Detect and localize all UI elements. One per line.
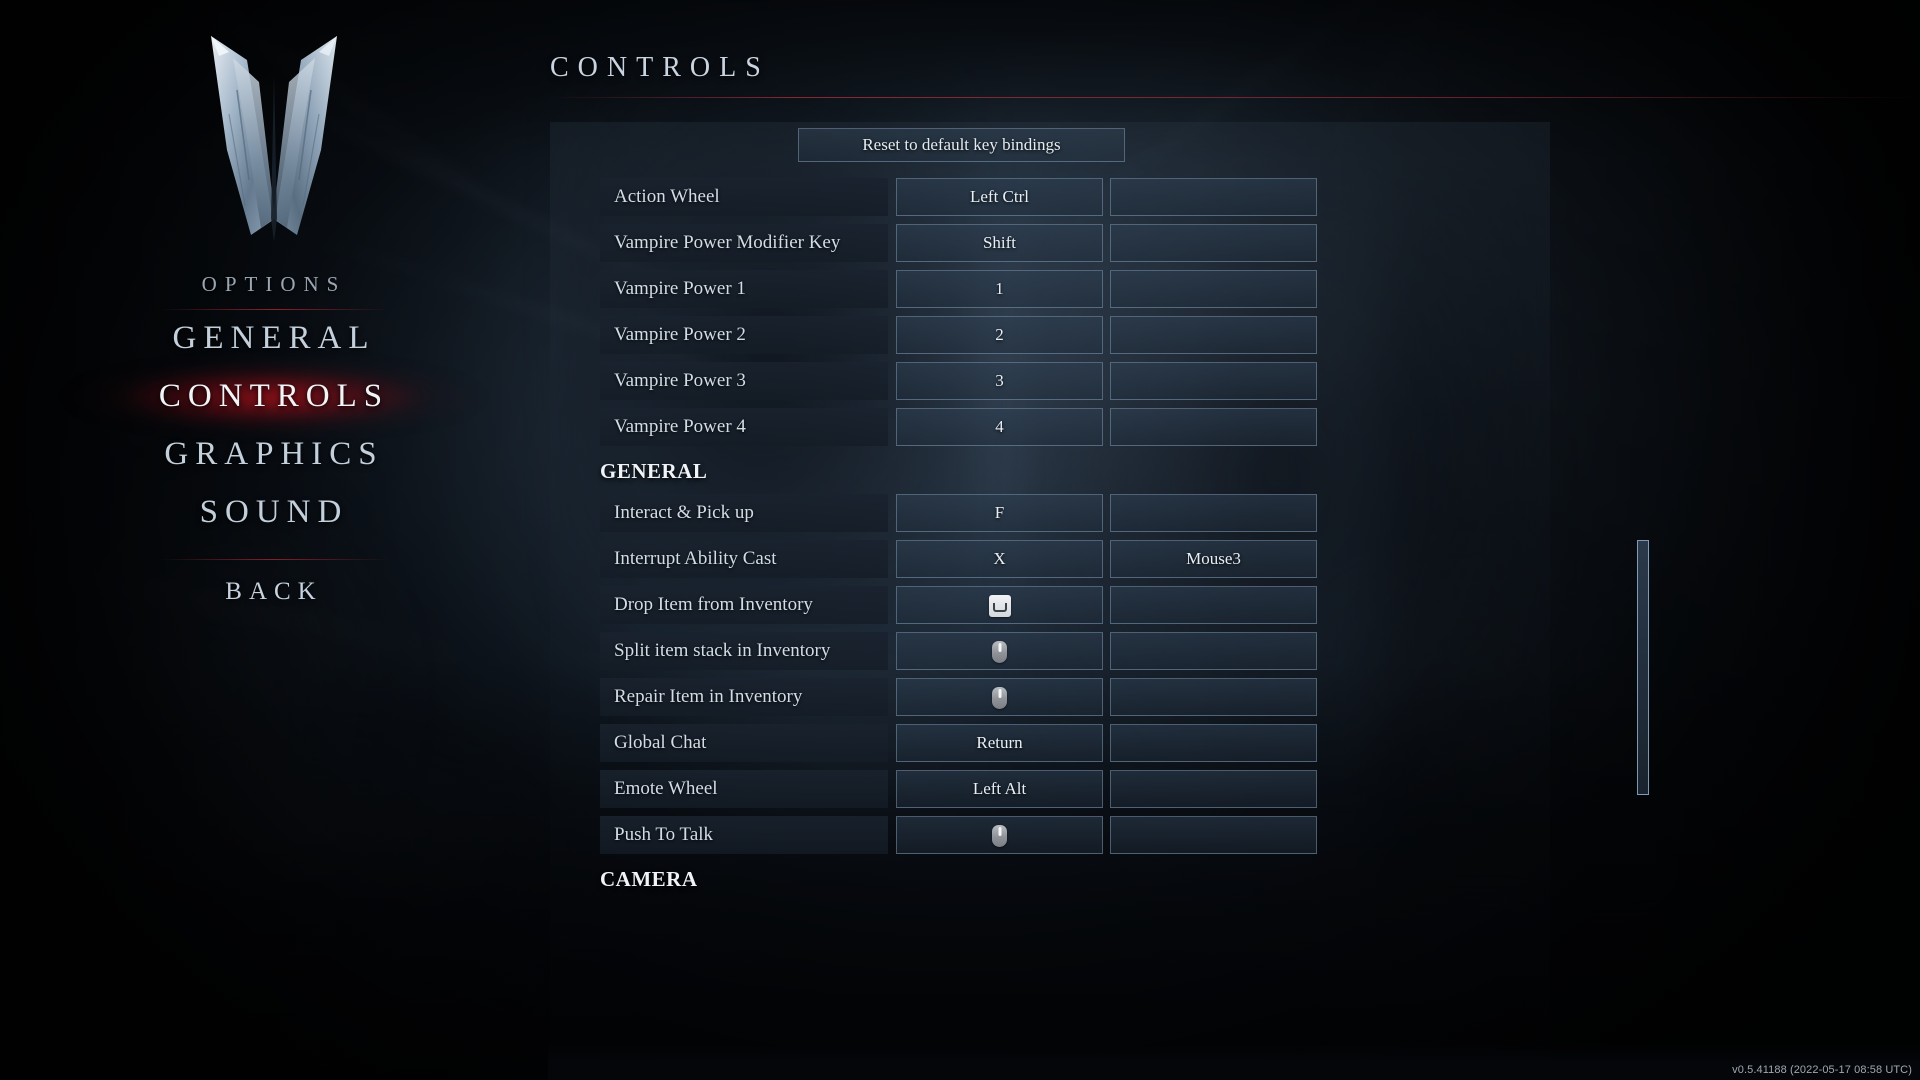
binding-label: Interrupt Ability Cast (600, 540, 888, 578)
binding-label: Push To Talk (600, 816, 888, 854)
secondary-binding-box[interactable] (1110, 316, 1317, 354)
key-binding-row: Vampire Power 11 (600, 270, 1317, 308)
secondary-binding-box[interactable]: Mouse3 (1110, 540, 1317, 578)
scrollbar-thumb[interactable] (1637, 540, 1649, 795)
secondary-binding-box[interactable] (1110, 178, 1317, 216)
primary-binding-box[interactable] (896, 632, 1103, 670)
sidebar-item-label: GENERAL (172, 320, 376, 356)
key-binding-row: Emote Wheel Left Alt (600, 770, 1317, 808)
primary-binding-box[interactable]: Left Ctrl (896, 178, 1103, 216)
primary-binding-box[interactable]: 2 (896, 316, 1103, 354)
primary-binding-box[interactable] (896, 816, 1103, 854)
options-menu: OPTIONS GENERAL CONTROLS GRAPHICS SOUND … (59, 272, 489, 606)
primary-binding-box[interactable] (896, 678, 1103, 716)
key-binding-row: Push To Talk (600, 816, 1317, 854)
secondary-binding-box[interactable] (1110, 586, 1317, 624)
game-logo (189, 30, 359, 245)
sidebar-item-sound[interactable]: SOUND (59, 484, 489, 542)
secondary-binding-box[interactable] (1110, 270, 1317, 308)
primary-binding-box[interactable]: Shift (896, 224, 1103, 262)
secondary-binding-box[interactable] (1110, 408, 1317, 446)
binding-label: Vampire Power 3 (600, 362, 888, 400)
primary-binding-box[interactable]: Return (896, 724, 1103, 762)
key-binding-row: Vampire Power 22 (600, 316, 1317, 354)
mouse-icon (992, 825, 1007, 848)
secondary-binding-box[interactable] (1110, 816, 1317, 854)
menu-divider-bottom (159, 559, 389, 560)
key-binding-row: Vampire Power 44 (600, 408, 1317, 446)
sidebar-item-label: GRAPHICS (164, 436, 384, 472)
key-binding-row: Interrupt Ability Cast X Mouse3 (600, 540, 1317, 578)
key-binding-row: Vampire Power 33 (600, 362, 1317, 400)
game-options-screen: OPTIONS GENERAL CONTROLS GRAPHICS SOUND … (0, 0, 1920, 1080)
key-binding-row: Global Chat Return (600, 724, 1317, 762)
title-underline (550, 97, 1916, 98)
primary-binding-box[interactable]: X (896, 540, 1103, 578)
options-heading: OPTIONS (201, 272, 347, 296)
controls-panel: CONTROLS Reset to default key bindings A… (548, 0, 1920, 1080)
primary-binding-box[interactable]: 4 (896, 408, 1103, 446)
binding-label: Repair Item in Inventory (600, 678, 888, 716)
section-header: GENERAL (600, 459, 708, 483)
back-button[interactable]: BACK (59, 578, 489, 606)
secondary-binding-box[interactable] (1110, 494, 1317, 532)
binding-label: Vampire Power 2 (600, 316, 888, 354)
secondary-binding-box[interactable] (1110, 770, 1317, 808)
binding-label: Split item stack in Inventory (600, 632, 888, 670)
key-binding-row: Interact & Pick up F (600, 494, 1317, 532)
key-binding-row: Split item stack in Inventory (600, 632, 1317, 670)
spacebar-key-icon (988, 595, 1011, 618)
binding-label: Drop Item from Inventory (600, 586, 888, 624)
page-title: CONTROLS (550, 52, 770, 83)
secondary-binding-box[interactable] (1110, 632, 1317, 670)
sidebar-item-label: CONTROLS (158, 378, 390, 414)
sidebar-item-controls[interactable]: CONTROLS (59, 368, 489, 426)
primary-binding-box[interactable]: Left Alt (896, 770, 1103, 808)
primary-binding-box[interactable]: 1 (896, 270, 1103, 308)
binding-label: Interact & Pick up (600, 494, 888, 532)
secondary-binding-box[interactable] (1110, 724, 1317, 762)
primary-binding-box[interactable] (896, 586, 1103, 624)
secondary-binding-box[interactable] (1110, 224, 1317, 262)
primary-binding-box[interactable]: F (896, 494, 1103, 532)
binding-label: Global Chat (600, 724, 888, 762)
binding-label: Vampire Power 1 (600, 270, 888, 308)
options-sidebar: OPTIONS GENERAL CONTROLS GRAPHICS SOUND … (0, 0, 548, 1080)
back-button-label: BACK (225, 578, 323, 605)
mouse-icon (992, 641, 1007, 664)
settings-panel: Reset to default key bindings Action Whe… (550, 122, 1649, 1080)
key-binding-row: Vampire Power Modifier Key Shift (600, 224, 1317, 262)
reset-bindings-button[interactable]: Reset to default key bindings (798, 128, 1125, 162)
key-binding-row: Drop Item from Inventory (600, 586, 1317, 624)
key-bindings-list: Action Wheel Left Ctrl Vampire Power Modif… (600, 178, 1317, 902)
primary-binding-box[interactable]: 3 (896, 362, 1103, 400)
secondary-binding-box[interactable] (1110, 362, 1317, 400)
mouse-icon (992, 687, 1007, 710)
binding-label: Emote Wheel (600, 770, 888, 808)
binding-label: Action Wheel (600, 178, 888, 216)
scrollbar-track[interactable] (1637, 302, 1649, 1062)
secondary-binding-box[interactable] (1110, 678, 1317, 716)
sidebar-item-general[interactable]: GENERAL (59, 310, 489, 368)
binding-label: Vampire Power Modifier Key (600, 224, 888, 262)
sidebar-item-label: SOUND (199, 494, 349, 530)
version-label: v0.5.41188 (2022-05-17 08:58 UTC) (1732, 1064, 1912, 1076)
key-binding-row: Repair Item in Inventory (600, 678, 1317, 716)
section-header: CAMERA (600, 867, 698, 891)
sidebar-item-graphics[interactable]: GRAPHICS (59, 426, 489, 484)
binding-label: Vampire Power 4 (600, 408, 888, 446)
key-binding-row: Action Wheel Left Ctrl (600, 178, 1317, 216)
